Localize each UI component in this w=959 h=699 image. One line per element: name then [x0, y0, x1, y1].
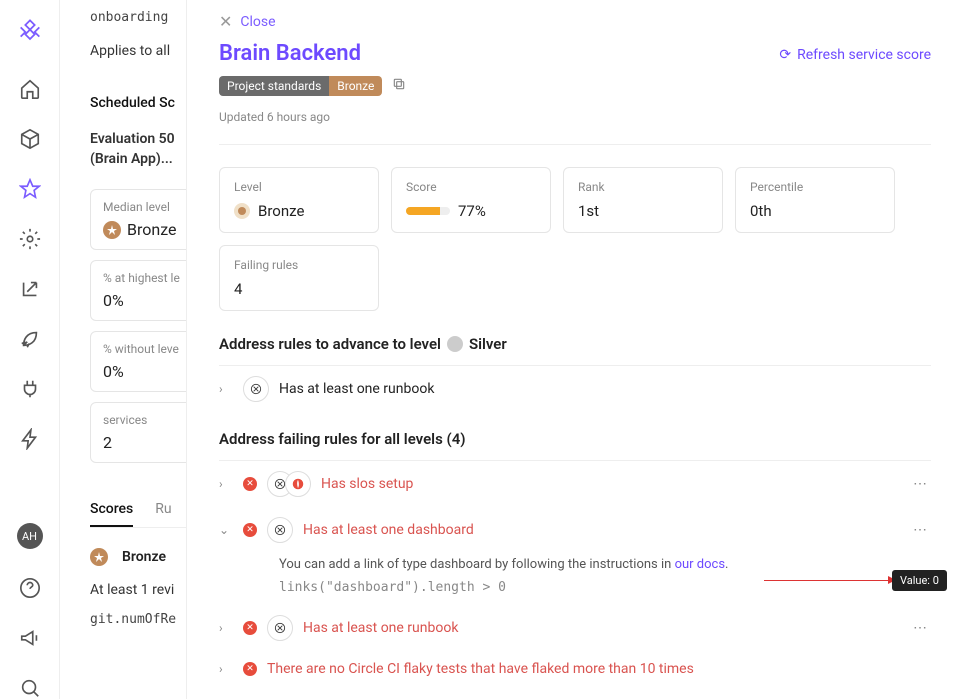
metric-rank: Rank 1st	[563, 167, 723, 233]
metric-label: Percentile	[750, 180, 880, 194]
bolt-icon[interactable]	[19, 428, 41, 450]
metric-value: Bronze	[258, 202, 304, 220]
more-actions-icon[interactable]: ⋯	[909, 518, 931, 542]
silver-badge-icon	[447, 336, 463, 352]
chevron-right-icon[interactable]: ›	[219, 621, 233, 635]
value-tooltip: Value: 0	[892, 570, 947, 591]
bronze-level-icon	[234, 203, 250, 219]
annotation-arrow	[764, 580, 894, 581]
search-icon[interactable]	[19, 677, 41, 699]
copy-icon[interactable]	[392, 77, 406, 95]
stat-value: Bronze	[127, 220, 177, 239]
home-icon[interactable]	[19, 78, 41, 100]
app-sidebar: AH	[0, 0, 60, 699]
chevron-right-icon[interactable]: ›	[219, 382, 233, 396]
failing-heading: Address failing rules for all levels (4)	[219, 430, 931, 448]
docs-link[interactable]: our docs	[675, 557, 725, 572]
rule-expanded-body: You can add a link of type dashboard by …	[219, 553, 931, 605]
fail-status-icon: ✕	[243, 662, 257, 676]
integration-icon	[285, 471, 311, 497]
metric-label: Failing rules	[234, 258, 364, 272]
failing-rule-item[interactable]: › ✕ Has at least one runbook ⋯	[219, 605, 931, 651]
integration-icon	[267, 615, 293, 641]
failing-rule-item[interactable]: › ✕ Has slos setup ⋯	[219, 461, 931, 507]
service-title[interactable]: Brain Backend	[219, 41, 361, 66]
standard-tag: Project standards Bronze	[219, 76, 382, 96]
rocket-icon[interactable]	[19, 328, 41, 350]
more-actions-icon[interactable]: ⋯	[909, 616, 931, 640]
tab-rules[interactable]: Ru	[155, 493, 171, 527]
score-progress	[406, 207, 450, 215]
updated-timestamp: Updated 6 hours ago	[219, 110, 931, 124]
metric-label: Level	[234, 180, 364, 194]
redirect-icon[interactable]	[19, 278, 41, 300]
failing-rule-item[interactable]: › ✕ There are no Circle CI flaky tests tha…	[219, 651, 931, 687]
metric-value: 0th	[750, 202, 880, 220]
metric-label: Score	[406, 180, 536, 194]
failing-rule-item[interactable]: ⌄ ✕ Has at least one dashboard ⋯	[219, 507, 931, 553]
rule-text: Has at least one runbook	[303, 620, 458, 636]
metric-failing-rules: Failing rules 4	[219, 245, 379, 311]
metric-value: 1st	[578, 202, 708, 220]
tab-scores[interactable]: Scores	[90, 493, 133, 527]
integration-icon	[267, 517, 293, 543]
plug-icon[interactable]	[19, 378, 41, 400]
fail-status-icon: ✕	[243, 621, 257, 635]
refresh-score-button[interactable]: ⟳ Refresh service score	[779, 47, 931, 63]
rule-text: Has at least one runbook	[279, 381, 434, 397]
metric-label: Rank	[578, 180, 708, 194]
metric-value: 77%	[458, 202, 486, 220]
chevron-down-icon[interactable]: ⌄	[219, 523, 233, 537]
bronze-badge-icon	[90, 548, 108, 566]
help-icon[interactable]	[19, 577, 41, 599]
star-icon[interactable]	[19, 178, 41, 200]
avatar[interactable]: AH	[17, 523, 43, 549]
cortex-integration-icon	[243, 376, 269, 402]
refresh-label: Refresh service score	[797, 47, 931, 63]
service-detail-panel: ✕ Close Brain Backend ⟳ Refresh service …	[186, 0, 959, 699]
logo-icon	[16, 18, 44, 50]
advance-rule-item[interactable]: › Has at least one runbook	[219, 366, 931, 412]
refresh-icon: ⟳	[779, 47, 791, 63]
level-label: Bronze	[122, 549, 166, 565]
metric-value: 4	[234, 280, 364, 298]
metric-level: Level Bronze	[219, 167, 379, 233]
close-button[interactable]: ✕ Close	[219, 12, 931, 31]
bronze-badge-icon	[103, 221, 121, 239]
close-label: Close	[240, 14, 275, 30]
megaphone-icon[interactable]	[19, 627, 41, 649]
tag-name: Project standards	[219, 76, 329, 96]
rule-text: There are no Circle CI flaky tests that …	[267, 661, 694, 677]
more-actions-icon[interactable]: ⋯	[909, 472, 931, 496]
metric-percentile: Percentile 0th	[735, 167, 895, 233]
fail-status-icon: ✕	[243, 523, 257, 537]
cube-icon[interactable]	[19, 128, 41, 150]
metric-score: Score 77%	[391, 167, 551, 233]
rule-text: Has slos setup	[321, 476, 413, 492]
close-icon: ✕	[219, 12, 232, 31]
tag-level: Bronze	[329, 76, 382, 96]
chevron-right-icon[interactable]: ›	[219, 477, 233, 491]
rule-expression: links("dashboard").length > 0	[279, 580, 931, 595]
chevron-right-icon[interactable]: ›	[219, 662, 233, 676]
advance-heading: Address rules to advance to level Silver	[219, 335, 931, 353]
rule-text: Has at least one dashboard	[303, 522, 474, 538]
fail-status-icon: ✕	[243, 477, 257, 491]
gear-icon[interactable]	[19, 228, 41, 250]
